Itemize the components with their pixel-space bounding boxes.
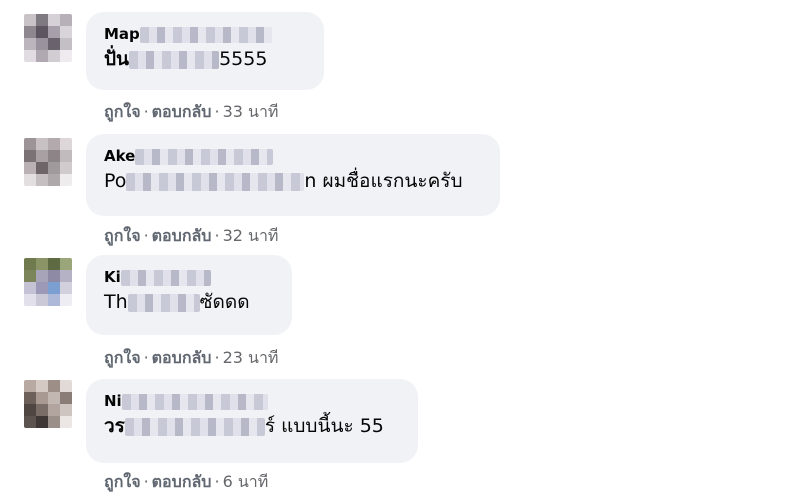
like-link[interactable]: ถูกใจ (104, 348, 141, 367)
comment-text-prefix: วร (104, 415, 125, 437)
comment-text-suffix: n ผมชื่อแรกนะครับ (304, 170, 463, 192)
comment-text-prefix: Th (104, 291, 128, 313)
separator-dot: · (214, 226, 220, 245)
redacted-name (139, 26, 272, 43)
reply-link[interactable]: ตอบกลับ (152, 472, 212, 491)
comment-author[interactable]: Ni (104, 391, 400, 413)
comment-bubble: Ake Po n ผมชื่อแรกนะครับ (86, 134, 500, 216)
comment-text-prefix: Po (104, 170, 127, 192)
comment-timestamp[interactable]: 33 นาที (223, 102, 279, 121)
redacted-name (121, 393, 268, 410)
comment-text-suffix: ร์ แบบนี้นะ 55 (264, 415, 384, 437)
comment-timestamp[interactable]: 32 นาที (223, 226, 279, 245)
separator-dot: · (214, 348, 220, 367)
author-name-visible: Ake (104, 147, 136, 165)
comment-author[interactable]: Ki (104, 267, 274, 289)
avatar[interactable] (24, 380, 72, 428)
comment-thread: Map ปั่น 5555 ถูกใจ · ตอบกลับ · 33 นาที Ake P… (0, 0, 800, 500)
redacted-text (124, 417, 265, 436)
comment-bubble: Ni วร ร์ แบบนี้นะ 55 (86, 379, 418, 463)
comment-text-prefix: ปั่น (104, 48, 130, 70)
reply-link[interactable]: ตอบกลับ (152, 348, 212, 367)
author-name-visible: Map (104, 25, 140, 43)
separator-dot: · (143, 472, 149, 491)
comment-actions: ถูกใจ · ตอบกลับ · 6 นาที (104, 471, 268, 493)
separator-dot: · (143, 348, 149, 367)
comment-actions: ถูกใจ · ตอบกลับ · 23 นาที (104, 347, 278, 369)
comment-timestamp[interactable]: 23 นาที (223, 348, 279, 367)
separator-dot: · (214, 472, 220, 491)
comment-author[interactable]: Ake (104, 146, 482, 168)
like-link[interactable]: ถูกใจ (104, 226, 141, 245)
like-link[interactable]: ถูกใจ (104, 472, 141, 491)
reply-link[interactable]: ตอบกลับ (152, 102, 212, 121)
reply-link[interactable]: ตอบกลับ (152, 226, 212, 245)
comment-bubble: Ki Th ซัดดด (86, 255, 292, 335)
comment-bubble: Map ปั่น 5555 (86, 12, 324, 90)
redacted-name (135, 148, 274, 165)
avatar[interactable] (24, 138, 72, 186)
like-link[interactable]: ถูกใจ (104, 102, 141, 121)
comment-actions: ถูกใจ · ตอบกลับ · 33 นาที (104, 101, 278, 123)
author-name-visible: Ki (104, 268, 121, 286)
comment-timestamp[interactable]: 6 นาที (223, 472, 269, 491)
comment-actions: ถูกใจ · ตอบกลับ · 32 นาที (104, 225, 278, 247)
redacted-name (120, 269, 211, 286)
comment-text: วร ร์ แบบนี้นะ 55 (104, 413, 400, 439)
comment-text: ปั่น 5555 (104, 46, 306, 72)
comment-text-suffix: ซัดดด (199, 291, 250, 313)
avatar[interactable] (24, 258, 72, 306)
separator-dot: · (143, 102, 149, 121)
comment-text: Th ซัดดด (104, 289, 274, 315)
author-name-visible: Ni (104, 392, 122, 410)
redacted-text (126, 172, 305, 191)
comment-text-suffix: 5555 (219, 48, 268, 70)
redacted-text (127, 293, 200, 312)
separator-dot: · (214, 102, 220, 121)
avatar[interactable] (24, 14, 72, 62)
separator-dot: · (143, 226, 149, 245)
redacted-text (129, 50, 220, 69)
comment-author[interactable]: Map (104, 24, 306, 46)
comment-text: Po n ผมชื่อแรกนะครับ (104, 168, 482, 194)
